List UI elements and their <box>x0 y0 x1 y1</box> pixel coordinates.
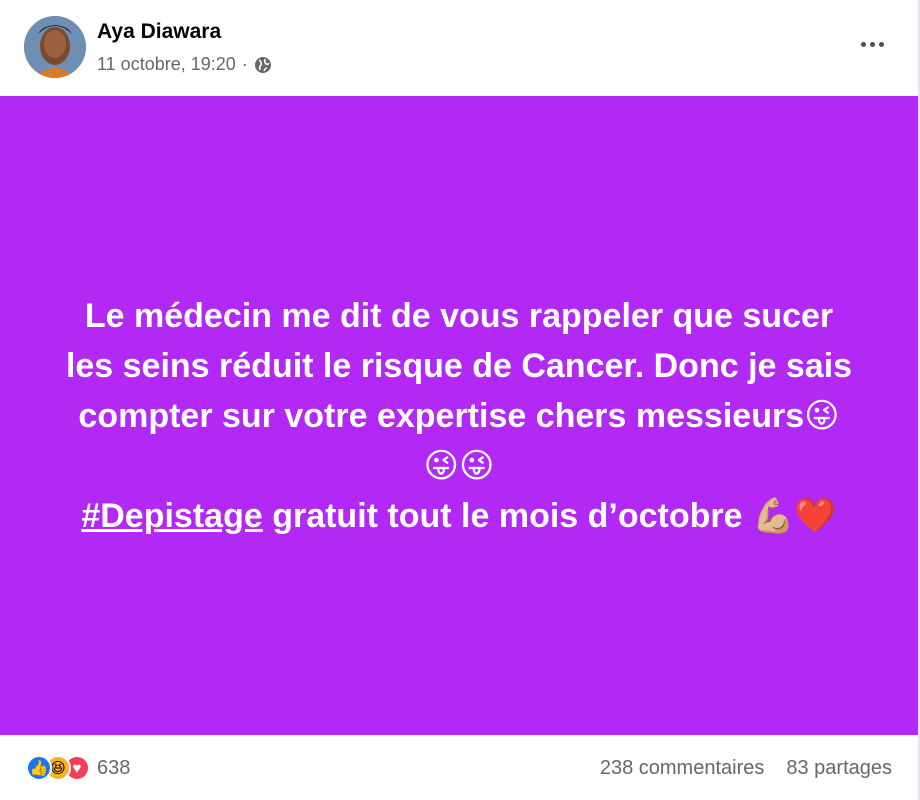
post-text-line: Le médecin me dit de vous rappeler que s… <box>84 296 834 335</box>
more-options-button[interactable] <box>854 30 890 58</box>
post-text-line: 😜😜 <box>423 446 495 485</box>
post-card: Aya Diawara 11 octobre, 19:20 · Le médec… <box>0 0 920 800</box>
post-timestamp[interactable]: 11 octobre, 19:20 <box>97 54 236 75</box>
post-header: Aya Diawara 11 octobre, 19:20 · <box>0 0 918 96</box>
post-text: Le médecin me dit de vous rappeler que s… <box>39 291 879 541</box>
avatar[interactable] <box>24 16 86 78</box>
more-dot-icon <box>860 41 866 47</box>
post-text-line: les seins réduit le risque de Cancer. Do… <box>65 346 853 385</box>
avatar-image <box>24 16 86 78</box>
shares-count-link[interactable]: 83 partages <box>786 757 892 780</box>
hashtag-link[interactable]: #Depistage <box>81 497 262 535</box>
reaction-count[interactable]: 638 <box>97 757 130 780</box>
reactions-summary[interactable]: 👍 😆 ♥ 638 <box>26 755 130 781</box>
post-text-fragment: gratuit tout le mois d’octobre 💪🏼❤️ <box>262 496 837 535</box>
globe-icon <box>254 56 272 74</box>
post-text-line: #Depistage gratuit tout le mois d’octobr… <box>39 491 879 541</box>
post-meta: 11 octobre, 19:20 · <box>97 54 272 75</box>
like-reaction-icon: 👍 <box>26 755 52 781</box>
post-footer: 👍 😆 ♥ 638 238 commentaires 83 partages <box>0 735 918 800</box>
post-text-line: compter sur votre expertise chers messie… <box>78 396 840 435</box>
post-background: Le médecin me dit de vous rappeler que s… <box>0 96 918 735</box>
more-dot-icon <box>869 41 875 47</box>
author-name[interactable]: Aya Diawara <box>97 20 221 44</box>
post-stats: 238 commentaires 83 partages <box>600 757 892 780</box>
comments-count-link[interactable]: 238 commentaires <box>600 757 765 780</box>
more-dot-icon <box>878 41 884 47</box>
meta-separator: · <box>241 54 248 74</box>
